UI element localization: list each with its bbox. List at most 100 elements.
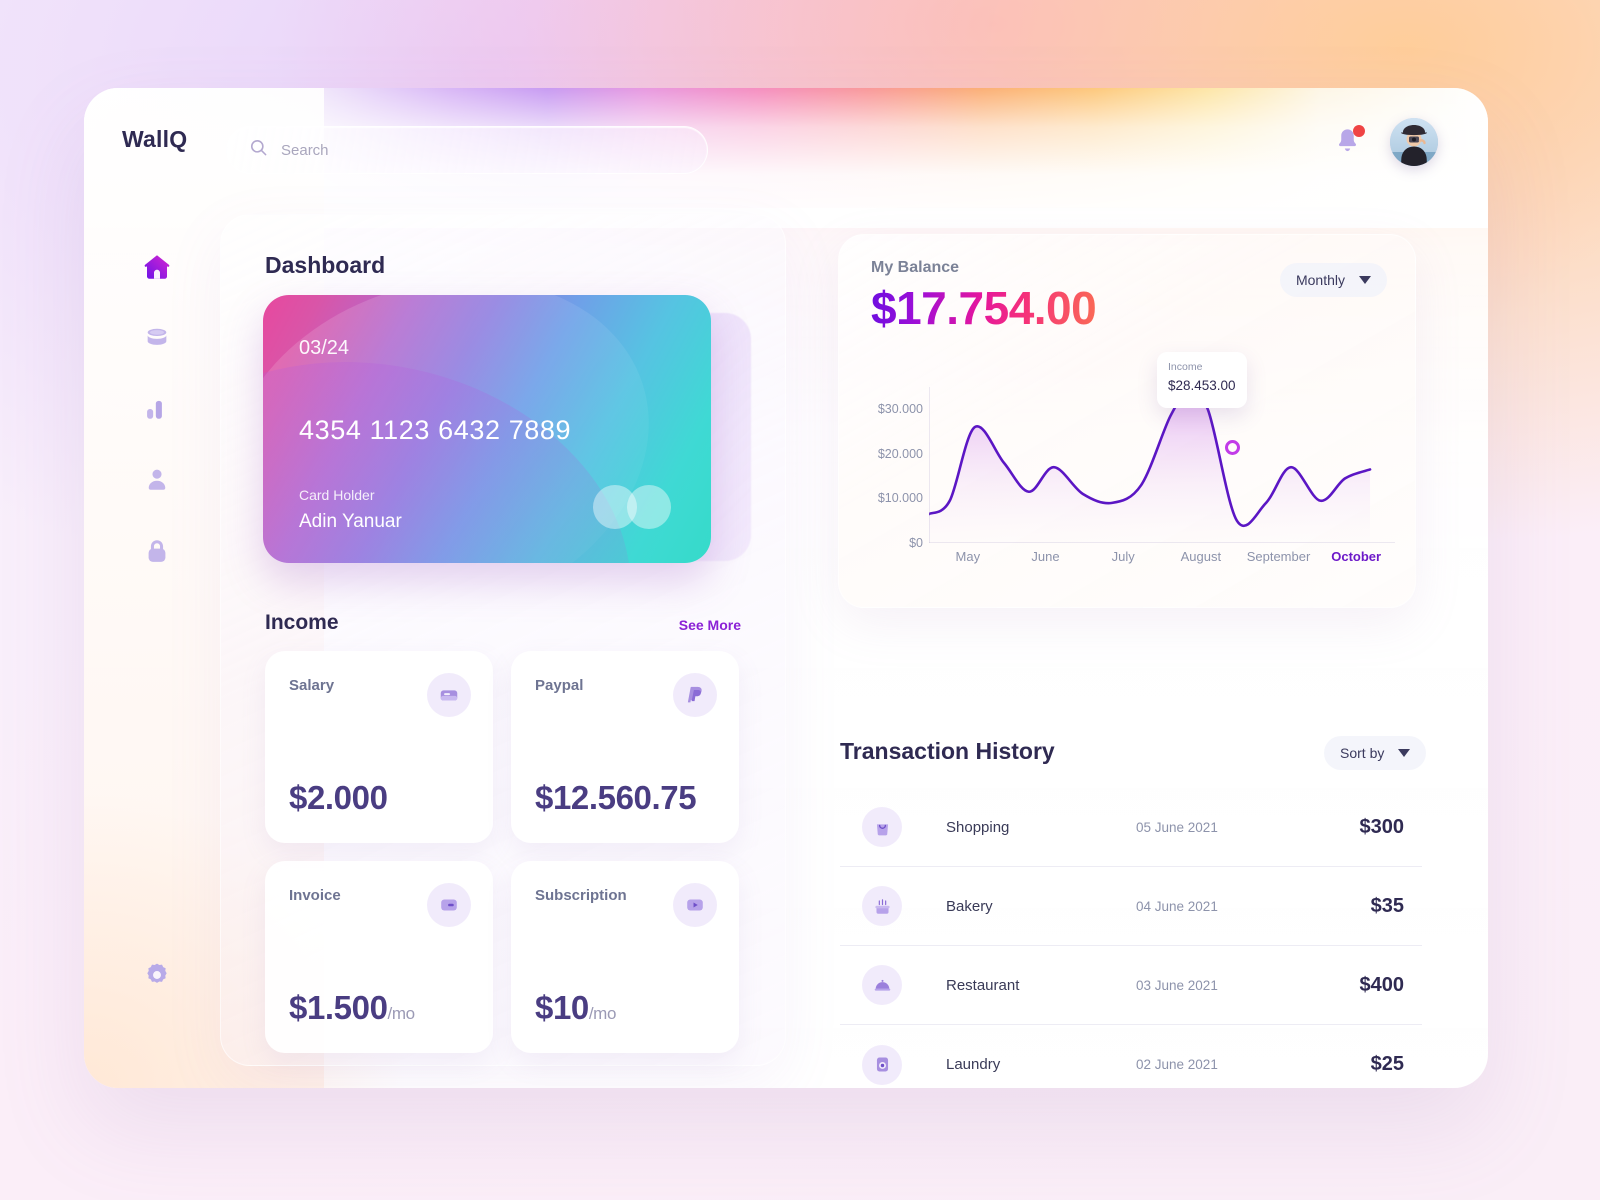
avatar-photo <box>1390 118 1438 166</box>
income-card-invoice[interactable]: Invoice $1.500/mo <box>265 861 493 1053</box>
chevron-down-icon <box>1359 276 1371 284</box>
sidebar-item-home[interactable] <box>134 244 180 290</box>
income-card-amount: $2.000 <box>289 779 388 817</box>
chart-y-axis: $0 $10.000 $20.000 $30.000 <box>855 387 923 550</box>
income-card-salary[interactable]: Salary $2.000 <box>265 651 493 843</box>
income-amount-value: $10 <box>535 989 589 1026</box>
transaction-name: Restaurant <box>946 976 1020 994</box>
income-amount-period: /mo <box>588 1004 617 1023</box>
income-card-amount: $10/mo <box>535 989 616 1027</box>
cake-icon <box>862 886 902 926</box>
income-amount-value: $12.560.75 <box>535 779 697 816</box>
sort-by-dropdown[interactable]: Sort by <box>1324 736 1427 770</box>
play-icon <box>673 883 717 927</box>
bar-chart-icon <box>147 400 162 419</box>
card-expiry: 03/24 <box>299 337 350 359</box>
transaction-amount: $35 <box>1370 894 1404 917</box>
income-card-subscription[interactable]: Subscription $10/mo <box>511 861 739 1053</box>
income-section-title: Income <box>265 611 339 634</box>
income-amount-value: $2.000 <box>289 779 388 816</box>
paypal-icon <box>673 673 717 717</box>
transaction-name: Bakery <box>946 897 993 915</box>
chart-x-tick: July <box>1111 549 1135 564</box>
sidebar-item-wallet[interactable] <box>134 315 180 361</box>
chart-x-tick: October <box>1331 549 1382 564</box>
topbar-actions <box>1334 118 1438 166</box>
sidebar-item-statistics[interactable] <box>134 386 180 432</box>
chart-tooltip: Income $28.453.00 <box>1157 352 1247 408</box>
sidebar-item-profile[interactable] <box>134 457 180 503</box>
transaction-amount: $300 <box>1359 815 1405 838</box>
dashboard-panel: Dashboard 03/24 4354 1123 6432 7889 Card… <box>220 214 786 1066</box>
table-row[interactable]: Shopping 05 June 2021 $300 <box>840 788 1422 867</box>
mastercard-logo-icon <box>593 485 671 529</box>
chart-x-axis: May June July August September October <box>929 549 1395 575</box>
chart-y-tick: $20.000 <box>877 446 923 461</box>
card-holder-label: Card Holder <box>299 487 375 503</box>
home-icon <box>144 255 170 279</box>
transaction-name: Laundry <box>946 1056 1001 1073</box>
see-more-link[interactable]: See More <box>679 617 741 633</box>
transaction-date: 03 June 2021 <box>1136 977 1218 993</box>
transaction-date: 04 June 2021 <box>1136 898 1218 914</box>
page-title: Dashboard <box>265 252 386 278</box>
chart-axis-vertical <box>929 387 930 543</box>
card-icon <box>427 673 471 717</box>
credit-card-stack: 03/24 4354 1123 6432 7889 Card Holder Ad… <box>263 295 751 575</box>
notifications-button[interactable] <box>1334 125 1365 158</box>
invoice-icon <box>427 883 471 927</box>
chart-y-tick: $10.000 <box>877 491 923 506</box>
transaction-date: 05 June 2021 <box>1136 819 1218 835</box>
chart-x-tick: May <box>955 549 981 564</box>
period-dropdown-label: Monthly <box>1295 272 1345 288</box>
shopping-bag-icon <box>862 807 902 847</box>
chart-line-series <box>927 392 1372 543</box>
notification-badge-dot <box>1353 125 1365 137</box>
transaction-history-title: Transaction History <box>840 738 1055 764</box>
chart-x-tick: August <box>1180 549 1222 564</box>
search-bar[interactable] <box>226 126 708 174</box>
food-dome-icon <box>862 965 902 1005</box>
chart-tooltip-label: Income <box>1168 361 1203 373</box>
washer-icon <box>862 1044 902 1085</box>
app-window: WallQ Search Dashboard 03/24 4354 1123 6… <box>84 88 1488 1088</box>
topbar: WallQ <box>84 88 1488 214</box>
chart-x-tick: June <box>1031 549 1060 564</box>
income-cards-grid: Salary $2.000 Paypal $12.560.75 Invoice … <box>265 651 747 1053</box>
transaction-amount: $25 <box>1370 1053 1404 1075</box>
chart-y-tick: $0 <box>909 536 923 550</box>
transaction-name: Shopping <box>946 818 1010 836</box>
chevron-down-icon <box>1398 749 1411 757</box>
chart-tooltip-value: $28.453.00 <box>1168 378 1236 393</box>
chart-x-tick: September <box>1246 549 1311 564</box>
income-amount-period: /mo <box>387 1004 416 1023</box>
sidebar-item-settings[interactable] <box>134 952 180 998</box>
user-avatar[interactable] <box>1390 118 1438 166</box>
income-card-amount: $12.560.75 <box>535 779 697 817</box>
table-row[interactable]: Restaurant 03 June 2021 $400 <box>840 946 1422 1025</box>
app-logo: WallQ <box>122 126 188 152</box>
chart-y-tick: $30.000 <box>877 402 923 417</box>
income-amount-value: $1.500 <box>289 989 388 1026</box>
income-card-paypal[interactable]: Paypal $12.560.75 <box>511 651 739 843</box>
balance-amount: $17.754.00 <box>871 282 1097 334</box>
chart-plot-area: Income $28.453.00 <box>927 352 1395 543</box>
transaction-date: 02 June 2021 <box>1136 1057 1218 1072</box>
balance-label: My Balance <box>871 259 960 276</box>
chart-axis-horizontal <box>929 542 1395 543</box>
sidebar-item-security[interactable] <box>134 528 180 574</box>
database-icon <box>147 328 167 345</box>
table-row[interactable]: Bakery 04 June 2021 $35 <box>840 867 1422 946</box>
transaction-amount: $400 <box>1359 973 1405 996</box>
search-input[interactable] <box>281 141 685 159</box>
lock-icon <box>148 540 166 562</box>
balance-card: My Balance $17.754.00 Monthly $0 $10.000 $… <box>838 234 1416 608</box>
credit-card[interactable]: 03/24 4354 1123 6432 7889 Card Holder Ad… <box>263 295 711 563</box>
table-row[interactable]: Laundry 02 June 2021 $25 <box>840 1025 1422 1088</box>
chart-data-point-marker[interactable] <box>1225 440 1240 455</box>
sort-by-label: Sort by <box>1340 745 1385 761</box>
gear-icon <box>147 963 167 983</box>
card-holder-name: Adin Yanuar <box>299 511 402 532</box>
user-icon <box>148 469 166 490</box>
period-dropdown[interactable]: Monthly <box>1279 263 1387 297</box>
